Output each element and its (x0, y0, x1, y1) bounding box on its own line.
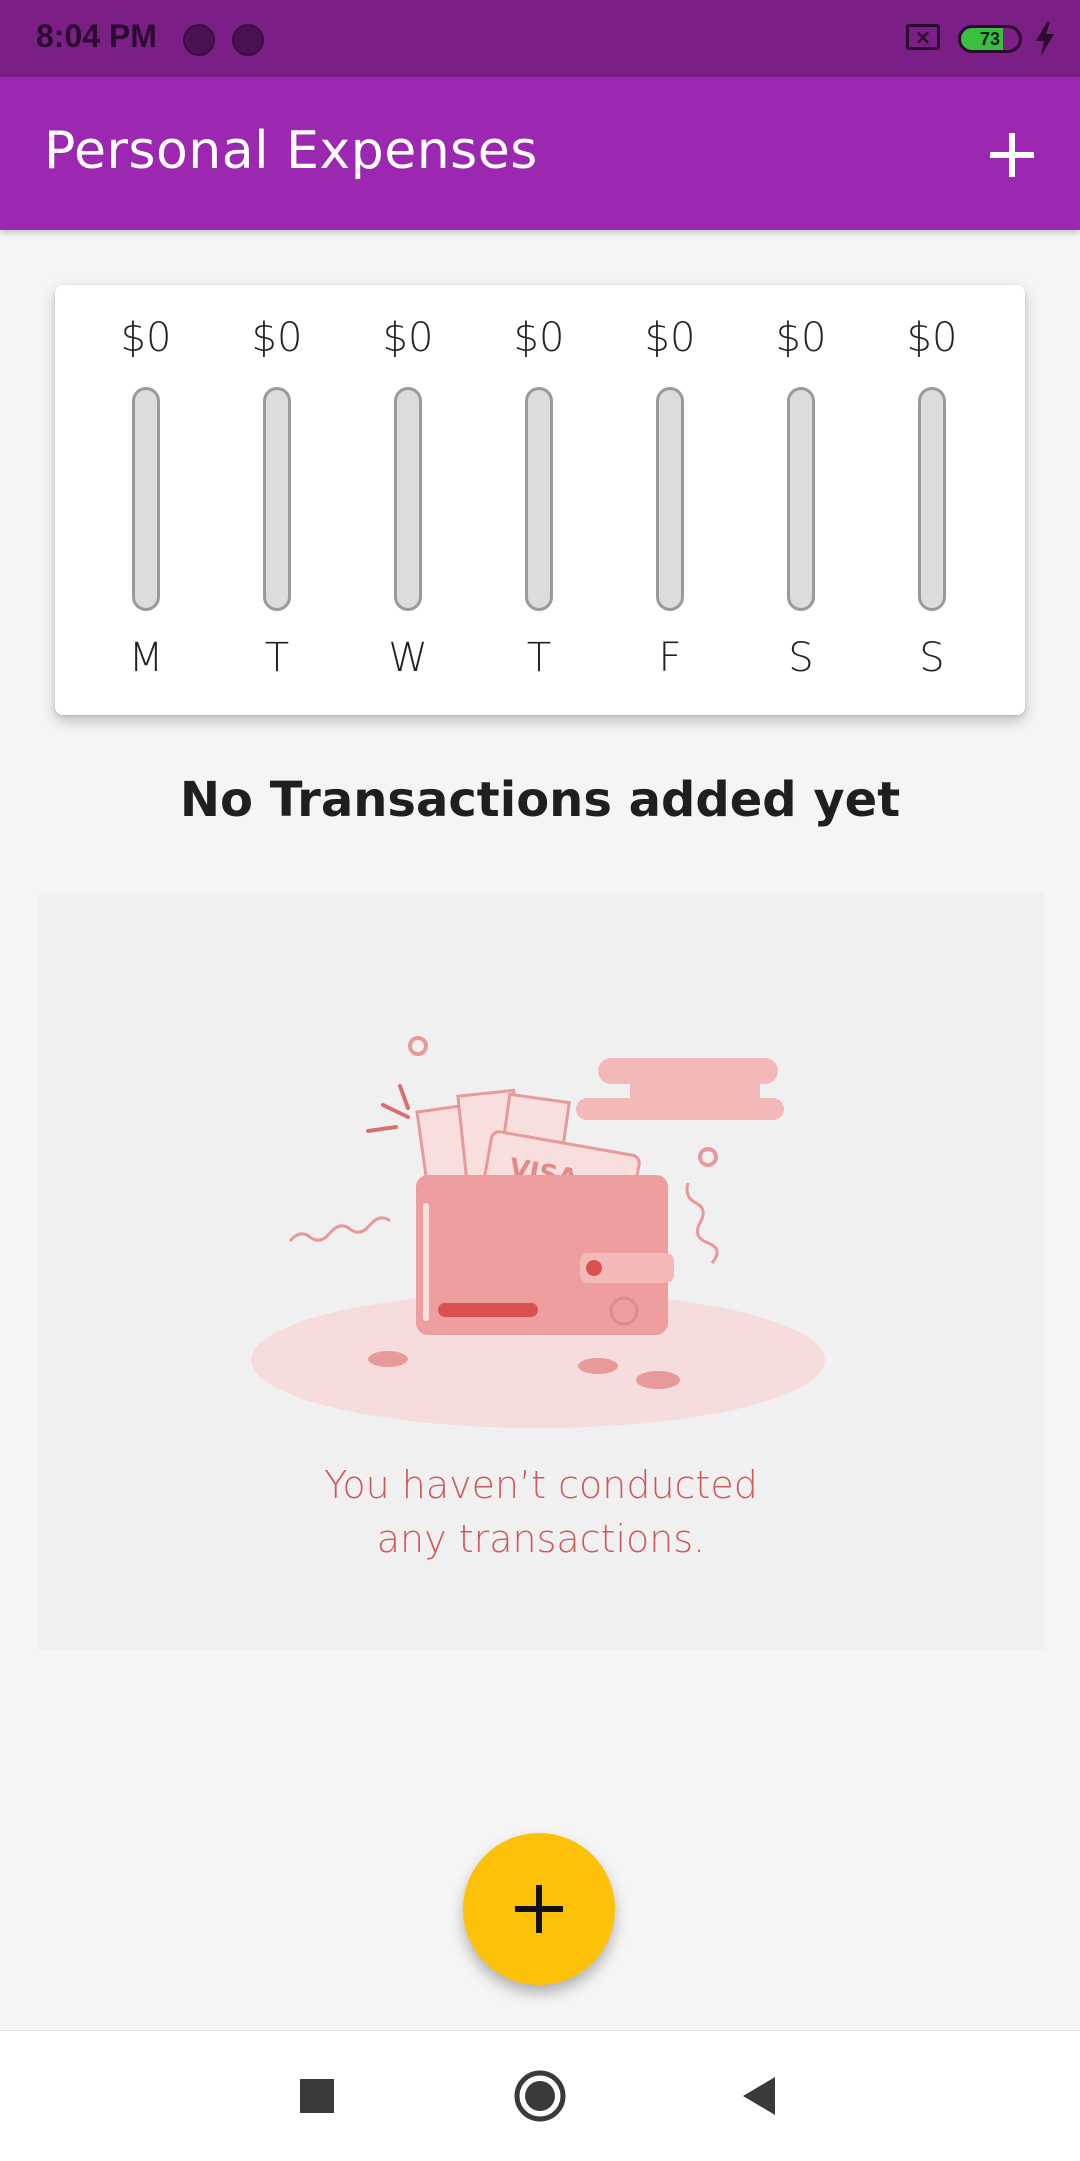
battery-level: 73 (979, 29, 1001, 49)
bar-track (656, 387, 684, 611)
chart-bar-column: $0 W (348, 285, 468, 715)
charging-icon (1036, 22, 1054, 56)
add-icon[interactable] (982, 125, 1042, 185)
bar-amount: $0 (906, 315, 958, 361)
bar-day-label: M (128, 635, 164, 681)
bar-amount: $0 (513, 315, 565, 361)
app-bar: Personal Expenses (0, 77, 1080, 230)
bar-amount: $0 (120, 315, 172, 361)
empty-state-message-line2: any transactions. (376, 1517, 706, 1561)
bar-amount: $0 (382, 315, 434, 361)
chart-bar-column: $0 M (86, 285, 206, 715)
bar-track (787, 387, 815, 611)
app-title: Personal Expenses (44, 121, 538, 181)
bar-amount: $0 (251, 315, 303, 361)
bar-track (525, 387, 553, 611)
bar-track (918, 387, 946, 611)
bar-amount: $0 (644, 315, 696, 361)
bar-track (394, 387, 422, 611)
chart-bar-column: $0 S (741, 285, 861, 715)
empty-state-title: No Transactions added yet (179, 772, 901, 828)
bar-track (263, 387, 291, 611)
system-nav-bar (0, 2030, 1080, 2161)
notification-dot-icon (183, 24, 215, 56)
chart-bar-column: $0 F (610, 285, 730, 715)
home-circle-icon[interactable] (507, 2063, 573, 2129)
add-transaction-fab[interactable] (463, 1833, 615, 1985)
empty-state-message-line1: You haven’t conducted (324, 1463, 758, 1507)
bar-day-label: T (264, 635, 290, 681)
empty-wallet-illustration: VISA You haven’t conducted any transacti… (38, 893, 1044, 1650)
chart-bar-column: $0 S (872, 285, 992, 715)
battery-icon: 73 (958, 25, 1022, 53)
weekly-chart-card: $0 M $0 T $0 W $0 T $0 F $0 S $0 S (55, 285, 1025, 715)
status-time: 8:04 PM (36, 18, 157, 54)
chart-bar-column: $0 T (479, 285, 599, 715)
back-triangle-icon[interactable] (727, 2063, 793, 2129)
recents-square-icon[interactable] (284, 2063, 350, 2129)
bar-track (132, 387, 160, 611)
bar-day-label: F (658, 635, 682, 681)
bar-day-label: W (388, 635, 428, 681)
notification-dot-icon (232, 24, 264, 56)
add-icon (515, 1885, 563, 1933)
bar-day-label: S (788, 635, 814, 681)
bar-amount: $0 (775, 315, 827, 361)
bar-day-label: S (919, 635, 945, 681)
status-bar: 8:04 PM × 73 (0, 0, 1080, 77)
no-sim-icon: × (906, 24, 940, 50)
chart-bar-column: $0 T (217, 285, 337, 715)
bar-day-label: T (526, 635, 552, 681)
